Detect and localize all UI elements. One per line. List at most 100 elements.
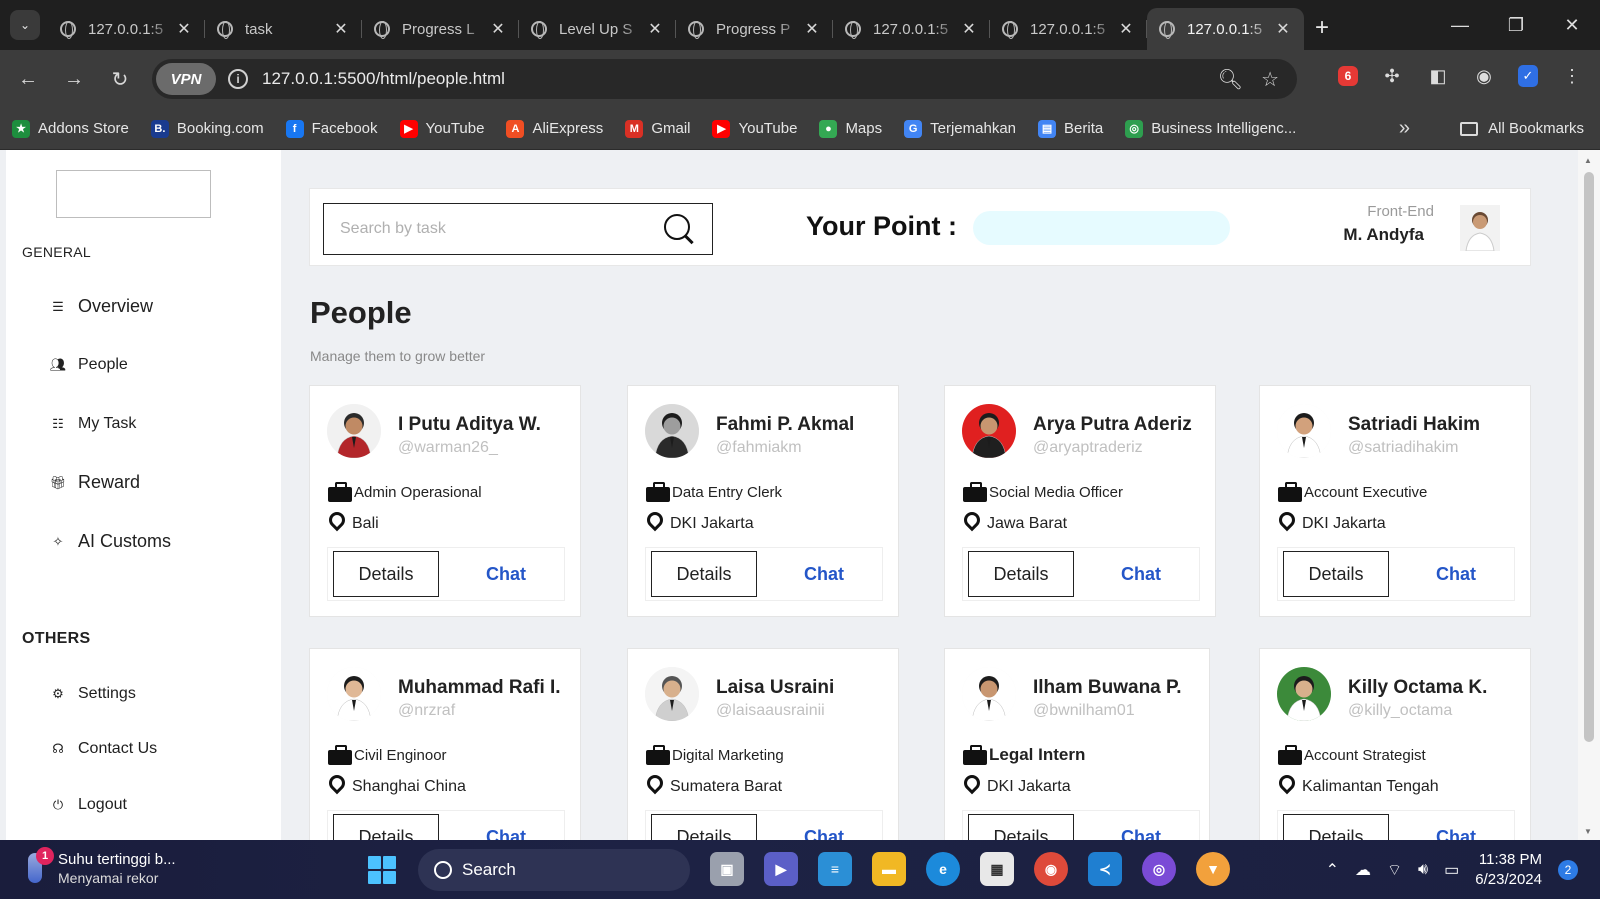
sidebar-item-logout[interactable]: ⏻ Logout xyxy=(50,796,127,814)
person-avatar[interactable] xyxy=(327,404,381,458)
browser-tab[interactable]: 127.0.0.1:5 ✕ xyxy=(48,8,205,50)
folder-icon[interactable]: ▬ xyxy=(872,852,906,886)
taskbar-search[interactable]: Search xyxy=(418,849,690,891)
bookmark-star-icon[interactable]: ☆ xyxy=(1261,67,1279,92)
chat-button[interactable]: Chat xyxy=(1091,551,1191,597)
person-avatar[interactable] xyxy=(1277,667,1331,721)
kebab-menu-icon[interactable]: ⋮ xyxy=(1560,64,1584,88)
bookmark-item[interactable]: ◎ Business Intelligenc... xyxy=(1125,119,1296,138)
scrollbar[interactable]: ▲ ▼ xyxy=(1578,150,1600,840)
bookmark-item[interactable]: ▶ YouTube xyxy=(712,119,797,138)
bookmark-item[interactable]: ▶ YouTube xyxy=(399,119,484,138)
chat-button[interactable]: Chat xyxy=(1406,814,1506,841)
chat-button[interactable]: Chat xyxy=(774,551,874,597)
edge-icon[interactable]: e xyxy=(926,852,960,886)
chat-button[interactable]: Chat xyxy=(1091,814,1191,841)
chat-button[interactable]: Chat xyxy=(456,814,556,841)
bookmark-item[interactable]: B. Booking.com xyxy=(150,119,264,138)
tab-search-button[interactable]: ⌄ xyxy=(10,10,40,40)
volume-icon[interactable]: 🔊︎ xyxy=(1418,861,1428,879)
sidebar-item-reward[interactable]: 🎁︎ Reward xyxy=(50,472,140,493)
vscode-icon[interactable]: ≺ xyxy=(1088,852,1122,886)
browser-tab[interactable]: Progress P ✕ xyxy=(676,8,833,50)
browser-tab[interactable]: task ✕ xyxy=(205,8,362,50)
sidebar-item-people[interactable]: 👥︎ People xyxy=(50,356,128,374)
reload-icon[interactable]: ↻ xyxy=(100,59,140,99)
details-button[interactable]: Details xyxy=(333,551,439,597)
bookmark-item[interactable]: M Gmail xyxy=(625,119,690,138)
weather-widget[interactable]: 1 Suhu tertinggi b... Menyamai rekor xyxy=(28,847,176,886)
battery-icon[interactable]: ▭ xyxy=(1444,860,1459,880)
site-info-icon[interactable]: i xyxy=(228,69,248,89)
scroll-thumb[interactable] xyxy=(1584,172,1594,742)
close-tab-icon[interactable]: ✕ xyxy=(1274,19,1292,39)
chat-button[interactable]: Chat xyxy=(1406,551,1506,597)
browser-tab[interactable]: 127.0.0.1:5 ✕ xyxy=(1147,8,1304,50)
details-button[interactable]: Details xyxy=(968,551,1074,597)
minimize-icon[interactable]: — xyxy=(1432,0,1488,50)
close-tab-icon[interactable]: ✕ xyxy=(803,19,821,39)
chevron-up-icon[interactable]: ⌃ xyxy=(1326,860,1339,880)
teams-icon[interactable]: ▶ xyxy=(764,852,798,886)
person-avatar[interactable] xyxy=(1277,404,1331,458)
address-bar[interactable]: VPN i 127.0.0.1:5500/html/people.html 🔍︎… xyxy=(152,59,1297,99)
details-button[interactable]: Details xyxy=(968,814,1074,840)
details-button[interactable]: Details xyxy=(1283,551,1389,597)
scroll-up-icon[interactable]: ▲ xyxy=(1584,156,1592,165)
details-button[interactable]: Details xyxy=(651,814,757,840)
windows-start-icon[interactable] xyxy=(368,856,396,884)
bookmark-item[interactable]: f Facebook xyxy=(285,119,378,138)
chrome-icon[interactable]: ◉ xyxy=(1034,852,1068,886)
more-bookmarks-icon[interactable]: » xyxy=(1399,117,1410,140)
user-avatar[interactable] xyxy=(1460,205,1500,251)
profile-icon[interactable]: ◉ xyxy=(1472,64,1496,88)
url-text[interactable]: 127.0.0.1:5500/html/people.html xyxy=(262,69,1218,89)
zoom-icon[interactable]: 🔍︎ xyxy=(1218,67,1243,92)
person-avatar[interactable] xyxy=(327,667,381,721)
browser-tab[interactable]: 127.0.0.1:5 ✕ xyxy=(833,8,990,50)
sidebar-item-contact-us[interactable]: ☊ Contact Us xyxy=(50,740,157,758)
person-avatar[interactable] xyxy=(962,404,1016,458)
sidebar-item-my-task[interactable]: ☷ My Task xyxy=(50,415,136,433)
wifi-icon[interactable]: ⌔ xyxy=(1387,860,1402,880)
person-avatar[interactable] xyxy=(645,667,699,721)
notepad-icon[interactable]: ≡ xyxy=(818,852,852,886)
file-explorer-alt-icon[interactable]: ▣ xyxy=(710,852,744,886)
close-tab-icon[interactable]: ✕ xyxy=(175,19,193,39)
bookmark-item[interactable]: ▤ Berita xyxy=(1038,119,1103,138)
search-input[interactable] xyxy=(324,204,662,254)
shield-extension-icon[interactable]: ✓ xyxy=(1518,65,1538,87)
close-tab-icon[interactable]: ✕ xyxy=(1117,19,1135,39)
all-bookmarks-button[interactable]: All Bookmarks xyxy=(1460,120,1584,137)
restore-icon[interactable]: ❐ xyxy=(1488,0,1544,50)
close-tab-icon[interactable]: ✕ xyxy=(960,19,978,39)
vpn-badge[interactable]: VPN xyxy=(156,63,216,95)
close-tab-icon[interactable]: ✕ xyxy=(332,19,350,39)
chat-button[interactable]: Chat xyxy=(456,551,556,597)
details-button[interactable]: Details xyxy=(651,551,757,597)
person-avatar[interactable] xyxy=(962,667,1016,721)
bookmark-item[interactable]: G Terjemahkan xyxy=(904,119,1016,138)
close-tab-icon[interactable]: ✕ xyxy=(489,19,507,39)
clock[interactable]: 11:38 PM 6/23/2024 xyxy=(1475,850,1542,890)
browser-tab[interactable]: 127.0.0.1:5 ✕ xyxy=(990,8,1147,50)
adblock-extension-icon[interactable]: 6 xyxy=(1338,66,1358,86)
side-panel-icon[interactable]: ◧ xyxy=(1426,64,1450,88)
store-icon[interactable]: ▦ xyxy=(980,852,1014,886)
onedrive-icon[interactable]: ☁ xyxy=(1355,860,1371,880)
details-button[interactable]: Details xyxy=(333,814,439,840)
close-tab-icon[interactable]: ✕ xyxy=(646,19,664,39)
details-button[interactable]: Details xyxy=(1283,814,1389,840)
bookmark-item[interactable]: ★ Addons Store xyxy=(12,119,129,138)
notification-center-badge[interactable]: 2 xyxy=(1558,860,1578,880)
bookmark-item[interactable]: ● Maps xyxy=(819,119,882,138)
close-window-icon[interactable]: ✕ xyxy=(1544,0,1600,50)
search-icon[interactable] xyxy=(662,212,696,246)
scroll-down-icon[interactable]: ▼ xyxy=(1584,827,1592,836)
chat-button[interactable]: Chat xyxy=(774,814,874,841)
new-tab-button[interactable]: + xyxy=(1304,14,1340,42)
sidebar-item-settings[interactable]: ⚙ Settings xyxy=(50,685,136,703)
person-avatar[interactable] xyxy=(645,404,699,458)
sidebar-item-overview[interactable]: ☰ Overview xyxy=(50,296,153,317)
sidebar-item-ai-customs[interactable]: ✧ AI Customs xyxy=(50,531,171,552)
